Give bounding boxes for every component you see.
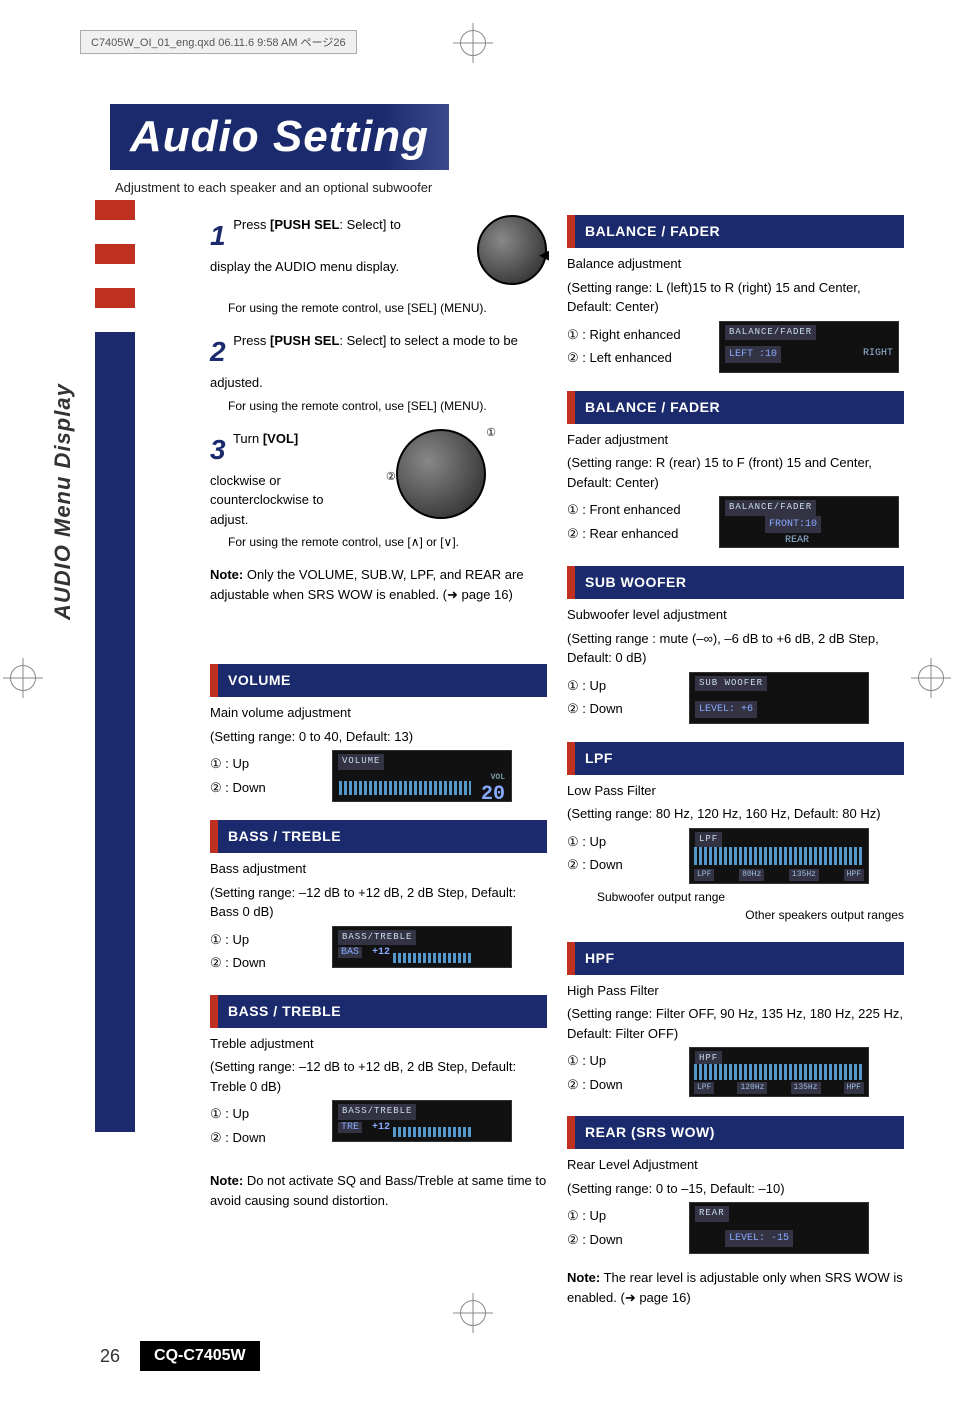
treble-down: ② : Down	[210, 1128, 320, 1148]
section-hpf-head: HPF	[567, 942, 904, 975]
fader-desc: Fader adjustment	[567, 430, 904, 450]
subwoofer-desc: Subwoofer level adjustment	[567, 605, 904, 625]
step-2: 2 Press [PUSH SEL: Select] to select a m…	[210, 331, 547, 415]
step-2-number: 2	[210, 336, 226, 367]
page-title-banner: Audio Setting	[110, 104, 449, 170]
step-3-number: 3	[210, 434, 226, 465]
lpf-caption-2: Other speakers output ranges	[567, 906, 904, 924]
fader-range: (Setting range: R (rear) 15 to F (front)…	[567, 453, 904, 492]
subwoofer-up: ① : Up	[567, 676, 677, 696]
hpf-desc: High Pass Filter	[567, 981, 904, 1001]
section-lpf-head: LPF	[567, 742, 904, 775]
section-subwoofer-head: SUB WOOFER	[567, 566, 904, 599]
registration-mark-bottom	[460, 1300, 486, 1326]
lpf-down: ② : Down	[567, 855, 677, 875]
section-bass-head: BASS / TREBLE	[210, 820, 547, 853]
section-fader-head: BALANCE / FADER	[567, 391, 904, 424]
bass-desc: Bass adjustment	[210, 859, 547, 879]
section-balance-head: BALANCE / FADER	[567, 215, 904, 248]
bass-up: ① : Up	[210, 930, 320, 950]
treble-range: (Setting range: –12 dB to +12 dB, 2 dB S…	[210, 1057, 547, 1096]
step-3-subtext: For using the remote control, use [∧] or…	[228, 533, 547, 551]
rear-note: Note: The rear level is adjustable only …	[567, 1268, 904, 1307]
vol-knob-illustration: ② ①	[356, 429, 486, 529]
balance-desc: Balance adjustment	[567, 254, 904, 274]
registration-mark-left	[10, 665, 36, 691]
lpf-range: (Setting range: 80 Hz, 120 Hz, 160 Hz, D…	[567, 804, 904, 824]
lpf-display: LPF LPF 80Hz 135Hz HPF	[689, 828, 869, 884]
volume-range: (Setting range: 0 to 40, Default: 13)	[210, 727, 547, 747]
hpf-down: ② : Down	[567, 1075, 677, 1095]
treble-up: ① : Up	[210, 1104, 320, 1124]
bass-down: ② : Down	[210, 953, 320, 973]
fader-rear: ② : Rear enhanced	[567, 524, 707, 544]
registration-mark-top	[460, 30, 486, 56]
step-3-text: Turn [VOL] clockwise or counterclockwise…	[210, 431, 323, 527]
treble-desc: Treble adjustment	[210, 1034, 547, 1054]
section-volume-head: VOLUME	[210, 664, 547, 697]
steps-note: Note: Note: Only the VOLUME, SUB.W, LPF,…	[210, 565, 547, 604]
step-3: 3 Turn [VOL] clockwise or counterclockwi…	[210, 429, 547, 552]
lpf-up: ① : Up	[567, 832, 677, 852]
balance-right: ① : Right enhanced	[567, 325, 707, 345]
model-number: CQ-C7405W	[140, 1341, 260, 1371]
step-1-text: Press [PUSH SEL: Select] to display the …	[210, 217, 401, 274]
fader-front: ① : Front enhanced	[567, 500, 707, 520]
hpf-range: (Setting range: Filter OFF, 90 Hz, 135 H…	[567, 1004, 904, 1043]
rear-up: ① : Up	[567, 1206, 677, 1226]
treble-display: BASS/TREBLE TRE +12	[332, 1100, 512, 1142]
subwoofer-display: SUB WOOFER LEVEL: +6	[689, 672, 869, 724]
step-1-number: 1	[210, 220, 226, 251]
step-2-text: Press [PUSH SEL: Select] to select a mod…	[210, 333, 518, 390]
subwoofer-down: ② : Down	[567, 699, 677, 719]
step-1: 1 Press [PUSH SEL: Select] to display th…	[210, 215, 547, 317]
lpf-caption-1: Subwoofer output range	[597, 888, 904, 906]
file-header: C7405W_OI_01_eng.qxd 06.11.6 9:58 AM ページ…	[80, 30, 357, 54]
push-sel-knob-illustration: ◀	[437, 215, 547, 295]
side-stripes	[95, 200, 135, 1134]
registration-mark-right	[918, 665, 944, 691]
balance-range: (Setting range: L (left)15 to R (right) …	[567, 278, 904, 317]
section-treble-head: BASS / TREBLE	[210, 995, 547, 1028]
rear-down: ② : Down	[567, 1230, 677, 1250]
bass-treble-note: Note: Do not activate SQ and Bass/Treble…	[210, 1171, 547, 1210]
step-2-subtext: For using the remote control, use [SEL] …	[228, 397, 547, 415]
volume-display: VOLUME VOL20	[332, 750, 512, 802]
page-number: 26	[100, 1346, 120, 1367]
subwoofer-range: (Setting range : mute (–∞), –6 dB to +6 …	[567, 629, 904, 668]
page-subtitle: Adjustment to each speaker and an option…	[115, 180, 904, 195]
side-tab-label: AUDIO Menu Display	[50, 383, 76, 620]
rear-display: REAR LEVEL: -15	[689, 1202, 869, 1254]
rear-range: (Setting range: 0 to –15, Default: –10)	[567, 1179, 904, 1199]
step-1-subtext: For using the remote control, use [SEL] …	[228, 299, 547, 317]
hpf-display: HPF LPF 120Hz 135Hz HPF	[689, 1047, 869, 1097]
fader-display: BALANCE/FADER FRONT:10 REAR	[719, 496, 899, 548]
volume-up: ① : Up	[210, 754, 320, 774]
volume-desc: Main volume adjustment	[210, 703, 547, 723]
section-rear-head: REAR (SRS WOW)	[567, 1116, 904, 1149]
balance-left: ② : Left enhanced	[567, 348, 707, 368]
bass-display: BASS/TREBLE BAS +12	[332, 926, 512, 968]
lpf-desc: Low Pass Filter	[567, 781, 904, 801]
balance-display: BALANCE/FADER LEFT :10 RIGHT	[719, 321, 899, 373]
hpf-up: ① : Up	[567, 1051, 677, 1071]
volume-down: ② : Down	[210, 778, 320, 798]
rear-desc: Rear Level Adjustment	[567, 1155, 904, 1175]
bass-range: (Setting range: –12 dB to +12 dB, 2 dB S…	[210, 883, 547, 922]
